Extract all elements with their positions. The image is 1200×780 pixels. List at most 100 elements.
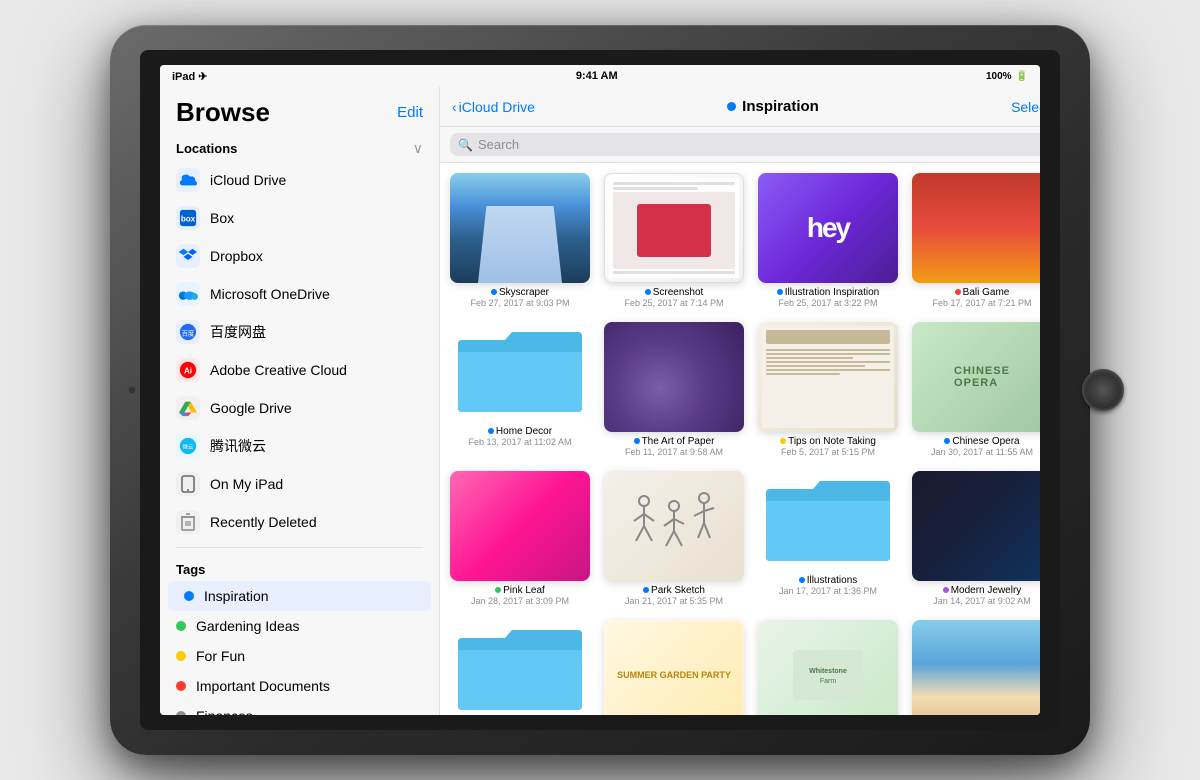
file-name-skyscraper: Skyscraper — [491, 287, 549, 298]
file-thumb-beach — [912, 620, 1040, 715]
status-time: 9:41 AM — [576, 70, 618, 82]
dropbox-label: Dropbox — [210, 248, 263, 264]
sidebar-item-tencent[interactable]: 微云 腾讯微云 — [160, 427, 439, 465]
file-item-bali[interactable]: Bali Game Feb 17, 2017 at 7:21 PM — [912, 173, 1040, 308]
svg-text:百度: 百度 — [182, 329, 195, 338]
battery-icon: 🔋 — [1016, 71, 1028, 82]
sidebar-item-icloud[interactable]: iCloud Drive — [160, 161, 439, 199]
file-item-illustration[interactable]: Illustration Inspiration Feb 25, 2017 at… — [758, 173, 898, 308]
file-item-folder2[interactable] — [450, 620, 590, 715]
home-button[interactable] — [1082, 369, 1124, 411]
sidebar-item-important[interactable]: Important Documents — [160, 671, 439, 701]
device-label: iPad ✈ — [172, 70, 208, 83]
search-placeholder: Search — [478, 137, 519, 152]
sidebar-item-deleted[interactable]: Recently Deleted — [160, 503, 439, 541]
files-grid: Skyscraper Feb 27, 2017 at 9:03 PM — [440, 163, 1040, 715]
nav-back-button[interactable]: ‹ iCloud Drive — [452, 99, 535, 115]
file-thumb-homedecor — [450, 322, 590, 422]
file-date-artofpaper: Feb 11, 2017 at 9:58 AM — [625, 447, 723, 457]
file-name-chineseopera: Chinese Opera — [944, 436, 1019, 447]
sidebar-item-dropbox[interactable]: Dropbox — [160, 237, 439, 275]
file-item-modernjewelry[interactable]: Modern Jewelry Jan 14, 2017 at 9:02 AM — [912, 471, 1040, 606]
file-item-notetaking[interactable]: Tips on Note Taking Feb 5, 2017 at 5:15 … — [758, 322, 898, 457]
file-name-illustration: Illustration Inspiration — [777, 287, 880, 298]
file-thumb-modernjewelry — [912, 471, 1040, 581]
file-thumb-notetaking — [758, 322, 898, 432]
file-item-illustrations[interactable]: Illustrations Jan 17, 2017 at 1:36 PM — [758, 471, 898, 606]
file-item-screenshot[interactable]: Screenshot Feb 25, 2017 at 7:14 PM — [604, 173, 744, 308]
file-thumb-chineseopera: CHINESEOPERA — [912, 322, 1040, 432]
sidebar-item-finances[interactable]: Finances — [160, 701, 439, 715]
scene: iPad ✈ 9:41 AM 100% 🔋 Browse Edit — [50, 10, 1150, 770]
ipad-shell: iPad ✈ 9:41 AM 100% 🔋 Browse Edit — [110, 25, 1090, 755]
file-thumb-whitestone: Whitestone Farm — [758, 620, 898, 715]
file-item-chineseopera[interactable]: CHINESEOPERA Chinese Opera Jan 30, 2017 … — [912, 322, 1040, 457]
status-bar: iPad ✈ 9:41 AM 100% 🔋 — [160, 65, 1040, 87]
file-item-parksketch[interactable]: Park Sketch Jan 21, 2017 at 5:35 PM — [604, 471, 744, 606]
sidebar-item-baidu[interactable]: 百度 百度网盘 — [160, 313, 439, 351]
sidebar: Browse Edit Locations ∨ — [160, 87, 440, 715]
locations-title: Locations — [176, 141, 237, 156]
locations-section-header: Locations ∨ — [160, 132, 439, 161]
file-thumb-pinkleaf — [450, 471, 590, 581]
baidu-label: 百度网盘 — [210, 322, 266, 342]
file-thumb-screenshot — [604, 173, 744, 283]
edit-button[interactable]: Edit — [397, 104, 423, 121]
file-date-chineseopera: Jan 30, 2017 at 11:55 AM — [931, 447, 1033, 457]
file-item-whitestone[interactable]: Whitestone Farm Whitestone Farm — [758, 620, 898, 715]
status-left: iPad ✈ — [172, 70, 208, 83]
file-item-artofpaper[interactable]: The Art of Paper Feb 11, 2017 at 9:58 AM — [604, 322, 744, 457]
file-item-beach[interactable] — [912, 620, 1040, 715]
chevron-left-icon: ‹ — [452, 99, 457, 115]
sidebar-item-inspiration[interactable]: Inspiration — [168, 581, 431, 611]
file-name-parksketch: Park Sketch — [643, 585, 705, 596]
svg-text:微云: 微云 — [183, 443, 194, 451]
onipad-label: On My iPad — [210, 476, 283, 492]
locations-chevron-icon[interactable]: ∨ — [413, 140, 423, 157]
select-button[interactable]: Select — [1011, 99, 1040, 115]
sidebar-item-googledrive[interactable]: Google Drive — [160, 389, 439, 427]
sidebar-item-adobe[interactable]: Ai Adobe Creative Cloud — [160, 351, 439, 389]
tags-title: Tags — [176, 562, 205, 577]
file-thumb-illustration — [758, 173, 898, 283]
sidebar-item-onedrive[interactable]: Microsoft OneDrive — [160, 275, 439, 313]
sidebar-item-gardening[interactable]: Gardening Ideas — [160, 611, 439, 641]
file-date-homedecor: Feb 13, 2017 at 11:02 AM — [469, 437, 572, 447]
box-label: Box — [210, 210, 234, 226]
battery-level: 100% — [986, 71, 1012, 82]
file-thumb-summergarden: SUMMER GARDEN PARTY — [604, 620, 744, 715]
file-item-homedecor[interactable]: Home Decor Feb 13, 2017 at 11:02 AM — [450, 322, 590, 457]
nav-bar: ‹ iCloud Drive Inspiration Select — [440, 87, 1040, 127]
file-name-artofpaper: The Art of Paper — [634, 436, 715, 447]
tags-section-header: Tags — [160, 554, 439, 581]
file-name-pinkleaf: Pink Leaf — [495, 585, 545, 596]
inspiration-label: Inspiration — [204, 588, 269, 604]
file-item-pinkleaf[interactable]: Pink Leaf Jan 28, 2017 at 3:09 PM — [450, 471, 590, 606]
file-date-parksketch: Jan 21, 2017 at 5:35 PM — [625, 596, 723, 606]
file-thumb-parksketch — [604, 471, 744, 581]
tencent-label: 腾讯微云 — [210, 436, 266, 456]
file-date-illustrations: Jan 17, 2017 at 1:36 PM — [779, 586, 877, 596]
sidebar-item-box[interactable]: box Box — [160, 199, 439, 237]
file-thumb-bali — [912, 173, 1040, 283]
nav-title-text: Inspiration — [742, 98, 819, 115]
forfun-label: For Fun — [196, 648, 245, 664]
file-name-notetaking: Tips on Note Taking — [780, 436, 876, 447]
file-name-homedecor: Home Decor — [488, 426, 552, 437]
file-item-skyscraper[interactable]: Skyscraper Feb 27, 2017 at 9:03 PM — [450, 173, 590, 308]
nav-back-label: iCloud Drive — [459, 99, 535, 115]
file-name-illustrations: Illustrations — [799, 575, 858, 586]
file-date-modernjewelry: Jan 14, 2017 at 9:02 AM — [933, 596, 1031, 606]
file-thumb-skyscraper — [450, 173, 590, 283]
sidebar-item-forfun[interactable]: For Fun — [160, 641, 439, 671]
file-date-notetaking: Feb 5, 2017 at 5:15 PM — [781, 447, 875, 457]
finances-label: Finances — [196, 708, 253, 715]
file-thumb-folder2 — [450, 620, 590, 715]
sidebar-item-onipad[interactable]: On My iPad — [160, 465, 439, 503]
search-input-wrap[interactable]: 🔍 Search — [450, 133, 1040, 156]
svg-text:Ai: Ai — [184, 367, 192, 376]
svg-text:Farm: Farm — [820, 678, 837, 685]
browse-title: Browse — [176, 97, 270, 128]
file-item-summergarden[interactable]: SUMMER GARDEN PARTY Summer Garden Party — [604, 620, 744, 715]
file-name-modernjewelry: Modern Jewelry — [943, 585, 1022, 596]
